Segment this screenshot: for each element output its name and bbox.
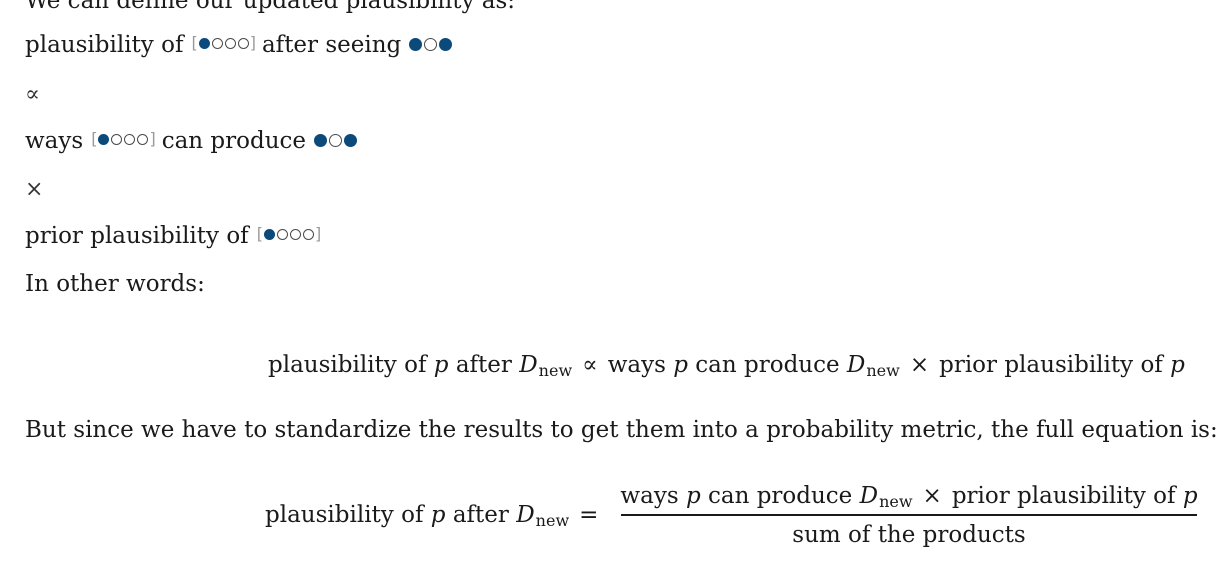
eq2-p3: p [1182, 483, 1198, 509]
full-equation: plausibility of p after Dnew = ways p ca… [265, 481, 1198, 550]
eq2-p2: p [685, 483, 701, 509]
posterior-line: plausibility of [] after seeing [25, 30, 453, 60]
bag-marbles-icon: [] [191, 33, 256, 52]
intro-text: We can define our updated plausibility a… [25, 0, 515, 16]
eq1-p: p [433, 352, 449, 378]
bag-marbles-icon: [] [91, 129, 156, 148]
eq1-d2-sub: new [866, 361, 900, 380]
times-symbol: × [25, 175, 43, 205]
can-produce-label: can produce [161, 128, 307, 154]
eq1-d2: D [846, 352, 866, 378]
eq1-times: × [909, 352, 930, 378]
eq2-times: × [922, 483, 942, 509]
eq2-d2-sub: new [879, 492, 913, 511]
eq2-ways: ways [620, 483, 679, 509]
posterior-label: plausibility of [25, 32, 184, 58]
fraction-denominator: sum of the products [792, 521, 1026, 548]
proportional-equation: plausibility of p after Dnew ∝ ways p ca… [268, 350, 1185, 380]
eq1-ways: ways [607, 352, 666, 378]
eq1-prior: prior plausibility of [939, 352, 1163, 378]
intro-text-label: We can define our updated plausibility a… [25, 0, 516, 14]
fraction: ways p can produce Dnew × prior plausibi… [620, 481, 1197, 550]
eq2-prior: prior plausibility of [951, 483, 1176, 509]
eq2-lhs: plausibility of [265, 502, 424, 529]
eq2-d: D [516, 502, 535, 529]
eq2-after: after [452, 502, 509, 529]
eq1-propto: ∝ [582, 352, 598, 378]
drawn-marbles-icon [409, 37, 453, 51]
times-icon: × [25, 177, 44, 202]
standardize-text: But since we have to standardize the res… [25, 415, 1218, 445]
eq2-p: p [430, 502, 446, 529]
in-other-words-label: In other words: [25, 271, 205, 297]
eq1-p3: p [1170, 352, 1185, 378]
eq1-lhs: plausibility of [268, 352, 427, 378]
eq1-can-produce: can produce [695, 352, 840, 378]
eq1-d: D [519, 352, 538, 378]
eq1-p2: p [673, 352, 688, 378]
eq2-can-produce: can produce [707, 483, 853, 509]
ways-line: ways [] can produce [25, 126, 358, 156]
proportional-icon: ∝ [25, 82, 40, 107]
proportional-symbol: ∝ [25, 80, 40, 110]
after-seeing-label: after seeing [261, 32, 402, 58]
ways-label: ways [25, 128, 84, 154]
fraction-numerator: ways p can produce Dnew × prior plausibi… [620, 481, 1197, 511]
eq2-equals: = [579, 502, 599, 529]
eq1-after: after [455, 352, 512, 378]
bag-marbles-icon: [] [256, 224, 322, 243]
prior-line: prior plausibility of [] [25, 221, 327, 251]
drawn-marbles-icon [314, 133, 358, 147]
eq2-d-sub: new [535, 511, 570, 531]
in-other-words: In other words: [25, 269, 205, 299]
eq1-d-sub: new [538, 361, 573, 380]
standardize-label: But since we have to standardize the res… [25, 417, 1218, 443]
eq2-d2: D [859, 483, 879, 509]
prior-label: prior plausibility of [25, 223, 249, 249]
